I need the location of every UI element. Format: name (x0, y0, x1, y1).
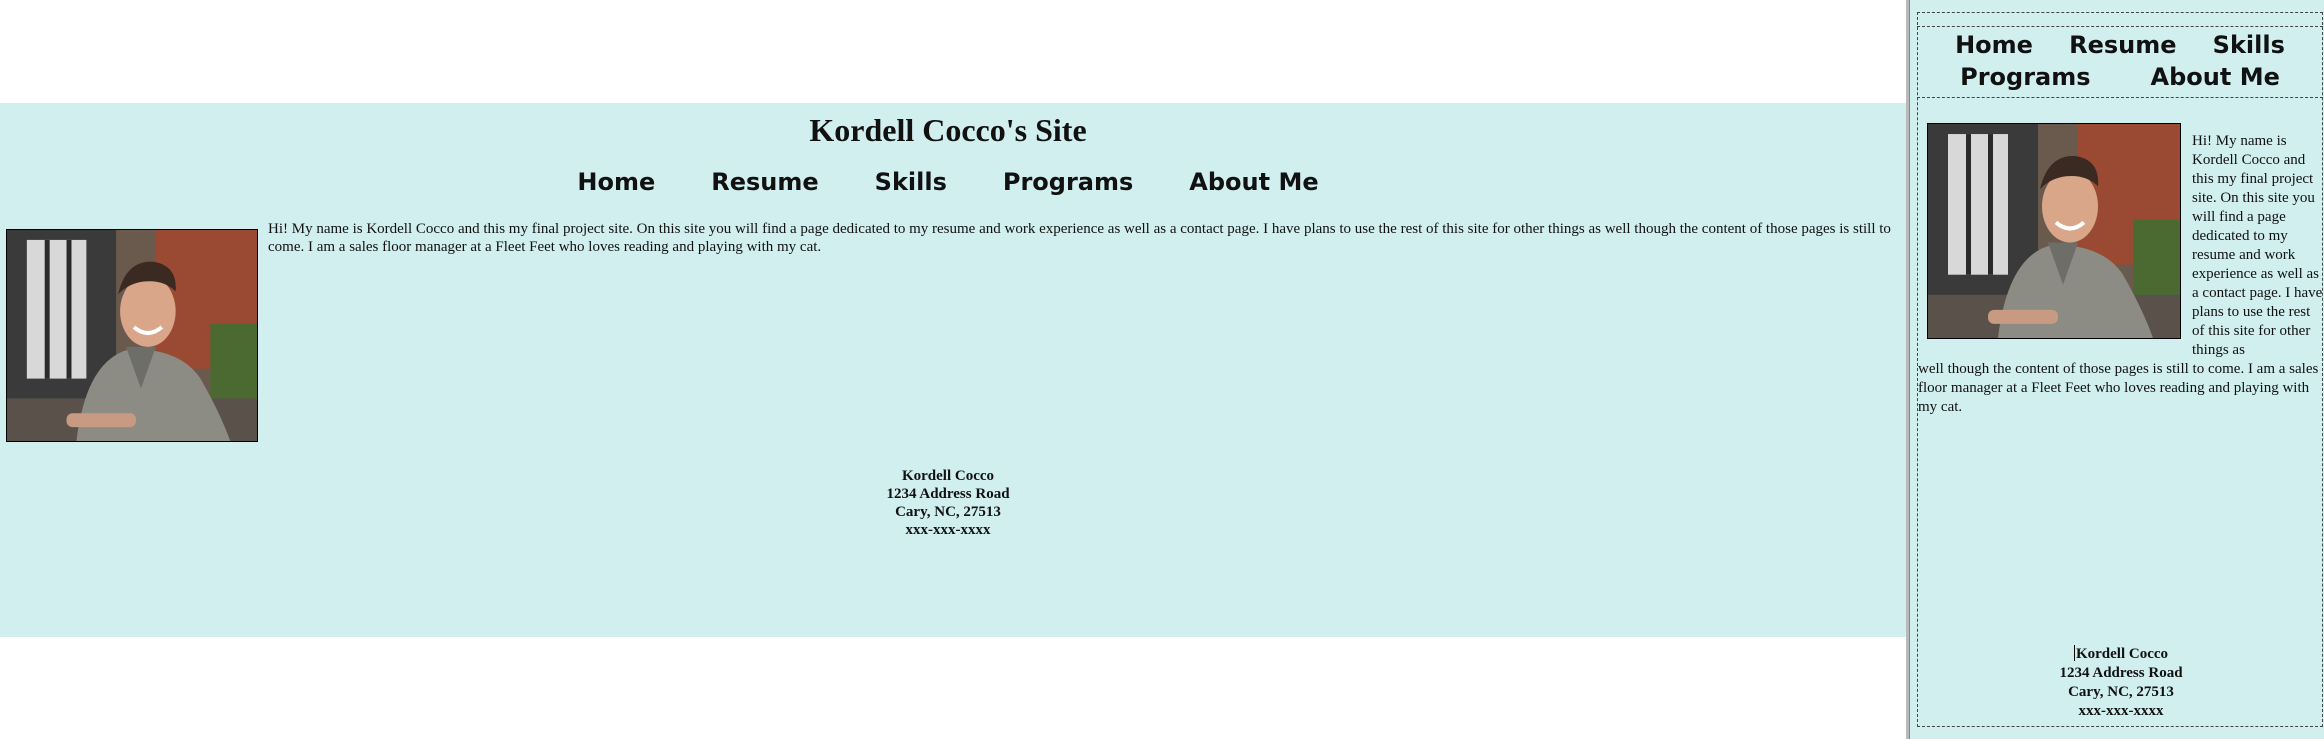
narrow-profile-photo (1927, 123, 2181, 339)
narrow-nav-skills-link[interactable]: Skills (2213, 29, 2285, 61)
narrow-footer-city: Cary, NC, 27513 (2068, 684, 2174, 700)
narrow-layout-page: Home Resume Skills Programs About Me Hi! (1909, 0, 2324, 739)
wide-layout-page: Kordell Cocco's Site Home Resume Skills … (0, 0, 1906, 739)
footer-name: Kordell Cocco (901, 468, 995, 484)
text-cursor (2073, 645, 2075, 661)
narrow-footer-street: 1234 Address Road (2059, 665, 2183, 681)
nav-resume-link[interactable]: Resume (711, 168, 818, 196)
narrow-nav-row: Home Resume Skills (1917, 27, 2323, 61)
narrow-intro-paragraph-bottom: well though the content of those pages i… (1918, 361, 2319, 415)
main-nav: Home Resume Skills Programs About Me (0, 168, 1896, 196)
narrow-nav-home-link[interactable]: Home (1955, 29, 2033, 61)
narrow-footer-name: Kordell Cocco (2075, 646, 2169, 662)
narrow-footer-phone: xxx-xxx-xxxx (2078, 703, 2164, 719)
nav-about-me-link[interactable]: About Me (1189, 168, 1318, 196)
site-title: Kordell Cocco's Site (809, 112, 1087, 148)
narrow-intro-paragraph-top: Hi! My name is Kordell Cocco and this my… (2192, 133, 2323, 358)
nav-programs-link[interactable]: Programs (1003, 168, 1133, 196)
nav-skills-link[interactable]: Skills (875, 168, 947, 196)
contact-footer: Kordell Cocco 1234 Address Road Cary, NC… (0, 467, 1896, 539)
profile-photo (6, 229, 258, 442)
narrow-nav-resume-link[interactable]: Resume (2069, 29, 2176, 61)
narrow-nav: Home Resume Skills Programs About Me (1917, 26, 2323, 98)
footer-street: 1234 Address Road (886, 486, 1010, 502)
footer-city: Cary, NC, 27513 (895, 504, 1001, 520)
narrow-contact-footer: Kordell Cocco 1234 Address Road Cary, NC… (1918, 645, 2324, 721)
nav-home-link[interactable]: Home (577, 168, 655, 196)
intro-paragraph: Hi! My name is Kordell Cocco and this my… (268, 221, 1891, 255)
narrow-nav-row: Programs About Me (1917, 61, 2323, 93)
narrow-nav-about-me-link[interactable]: About Me (2151, 61, 2280, 93)
narrow-nav-programs-link[interactable]: Programs (1960, 61, 2090, 93)
footer-phone: xxx-xxx-xxxx (905, 522, 991, 538)
narrow-footer-name-line[interactable]: Kordell Cocco (1918, 645, 2324, 664)
